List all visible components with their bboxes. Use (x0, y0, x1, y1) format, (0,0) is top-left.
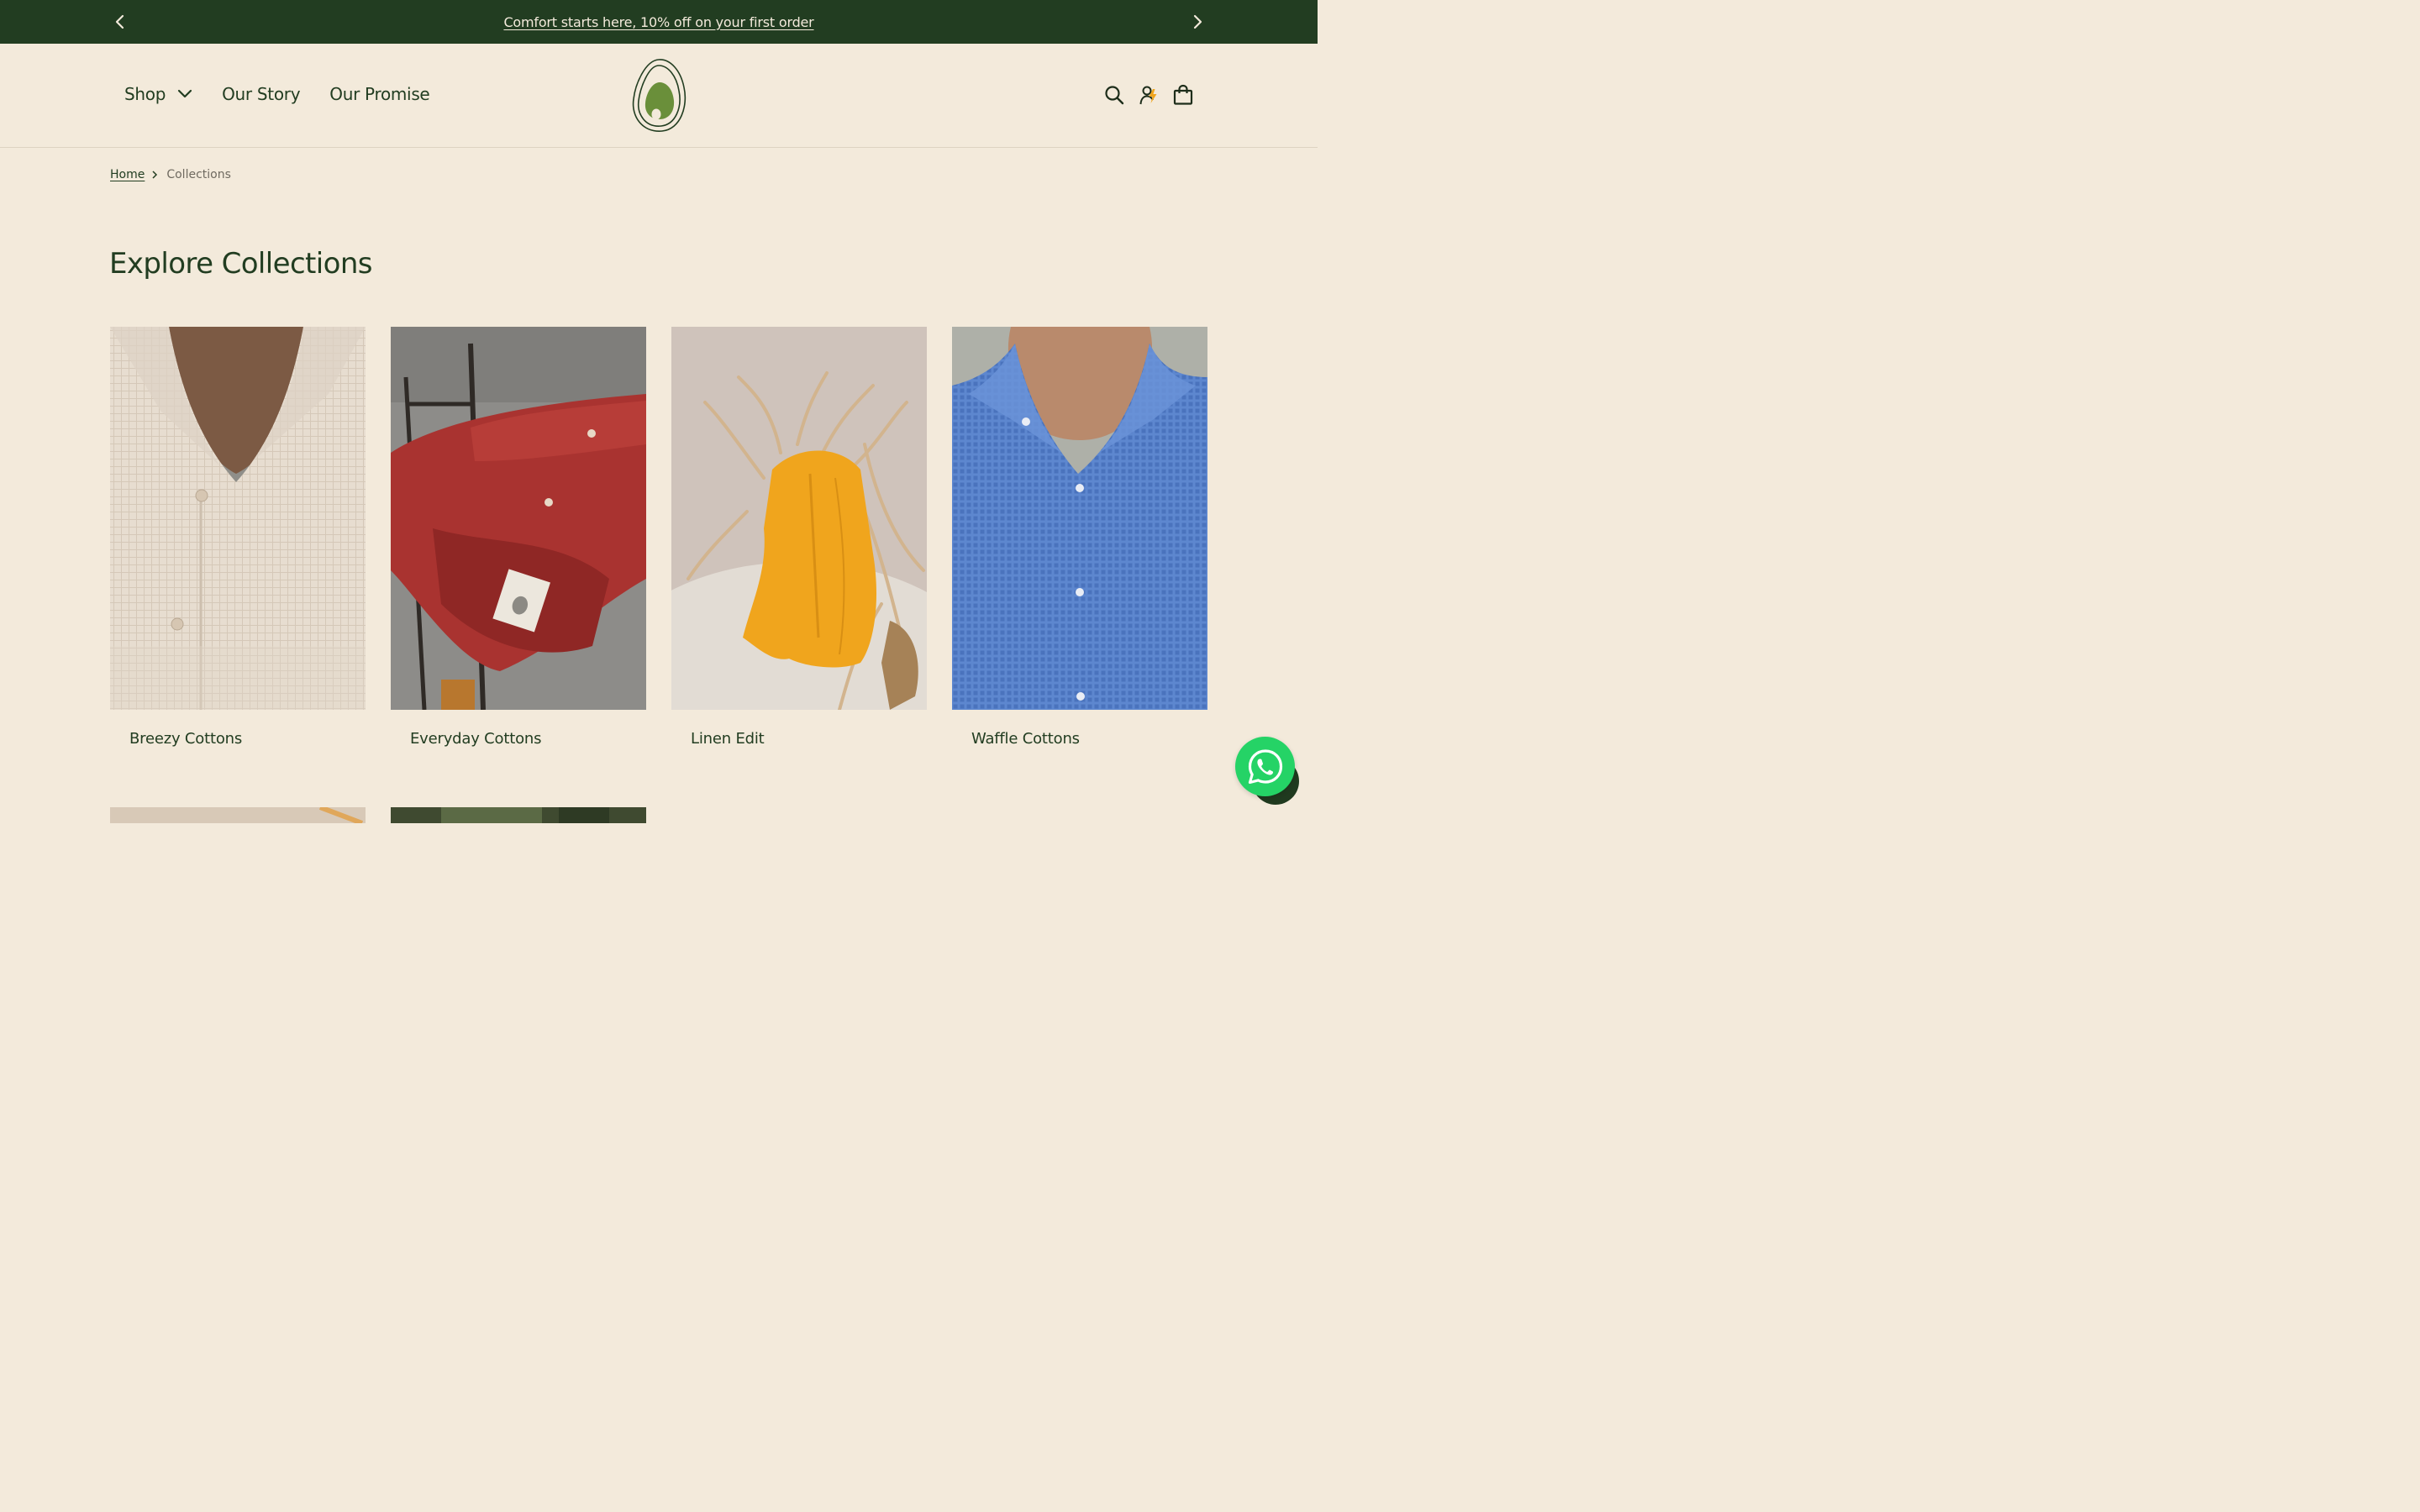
brand-logo[interactable] (630, 57, 689, 134)
whatsapp-chat-button[interactable] (1235, 737, 1295, 796)
collection-image[interactable] (952, 327, 1207, 710)
announcement-next-button[interactable] (1187, 12, 1207, 32)
breadcrumb-home-link[interactable]: Home (110, 168, 145, 181)
collection-card-waffle-cottons[interactable]: Waffle Cottons (952, 327, 1207, 748)
announcement-prev-button[interactable] (110, 12, 130, 32)
breadcrumb-current: Collections (166, 168, 231, 181)
collection-image[interactable] (671, 327, 927, 710)
main-nav: Shop Our Story Our Promise (124, 84, 430, 104)
nav-shop[interactable]: Shop (124, 84, 192, 104)
chevron-right-icon (151, 171, 158, 179)
collection-label[interactable]: Breezy Cottons (129, 730, 366, 748)
announcement-bar: Comfort starts here, 10% off on your fir… (0, 0, 1318, 44)
collection-card-linen-edit[interactable]: Linen Edit (671, 327, 927, 748)
page-title: Explore Collections (109, 247, 372, 281)
site-header: Shop Our Story Our Promise (0, 44, 1318, 148)
cart-bag-icon (1173, 84, 1193, 105)
search-icon (1105, 86, 1124, 105)
chevron-down-icon (177, 89, 192, 99)
collection-label[interactable]: Linen Edit (691, 730, 927, 748)
collection-card-breezy-cottons[interactable]: Breezy Cottons (110, 327, 366, 748)
nav-our-story[interactable]: Our Story (222, 84, 300, 104)
chevron-right-icon (1193, 14, 1202, 29)
collection-image[interactable] (110, 327, 366, 710)
header-actions (1103, 84, 1194, 106)
announcement-link[interactable]: Comfort starts here, 10% off on your fir… (503, 14, 813, 30)
cart-button[interactable] (1172, 84, 1194, 106)
whatsapp-icon (1248, 748, 1282, 784)
account-button[interactable] (1138, 84, 1160, 106)
collection-label[interactable]: Everyday Cottons (410, 730, 646, 748)
nav-our-promise[interactable]: Our Promise (329, 84, 430, 104)
collection-card-partial[interactable] (391, 807, 646, 823)
avocado-logo-icon (632, 59, 687, 132)
search-button[interactable] (1103, 84, 1125, 106)
account-icon (1139, 86, 1157, 105)
nav-shop-label: Shop (124, 84, 166, 104)
collection-label[interactable]: Waffle Cottons (971, 730, 1207, 748)
chevron-left-icon (115, 14, 124, 29)
breadcrumb: Home Collections (110, 168, 231, 181)
collection-card-partial[interactable] (110, 807, 366, 823)
collection-image[interactable] (391, 327, 646, 710)
collection-card-everyday-cottons[interactable]: Everyday Cottons (391, 327, 646, 748)
